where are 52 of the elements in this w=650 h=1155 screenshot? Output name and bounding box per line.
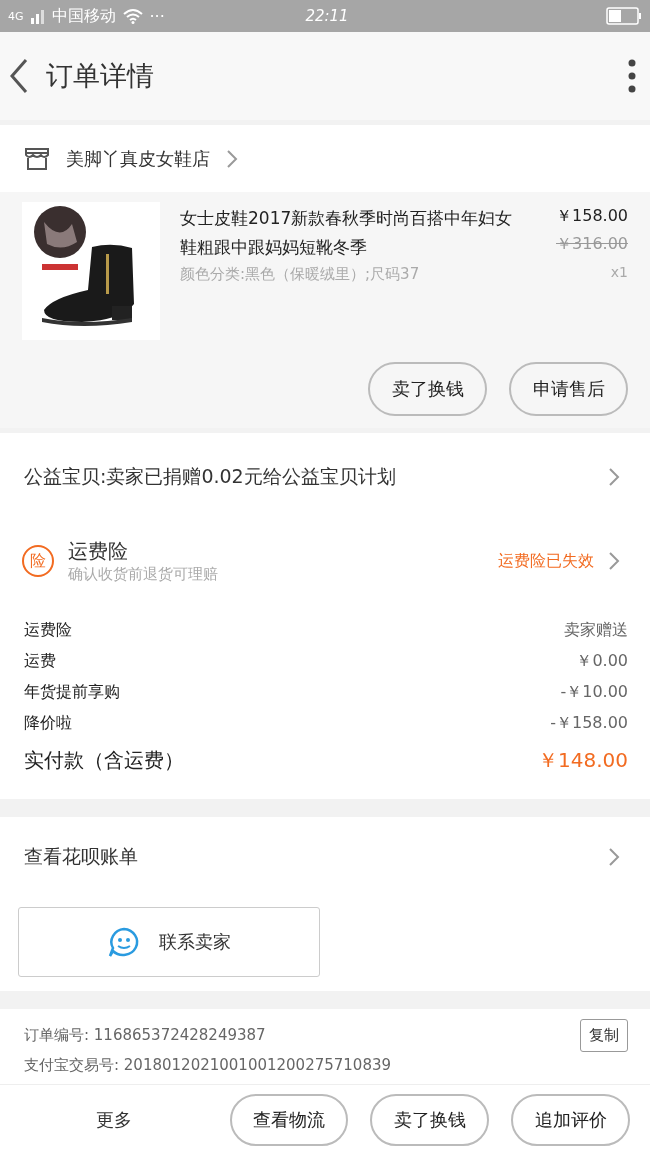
charity-row[interactable]: 公益宝贝:卖家已捐赠0.02元给公益宝贝计划 bbox=[0, 433, 650, 521]
charity-text: 公益宝贝:卖家已捐赠0.02元给公益宝贝计划 bbox=[24, 464, 396, 489]
copy-button[interactable]: 复制 bbox=[580, 1019, 628, 1052]
shop-name: 美脚丫真皮女鞋店 bbox=[66, 146, 210, 171]
fee-label: 实付款（含运费） bbox=[24, 746, 184, 774]
chat-icon bbox=[107, 926, 141, 958]
store-icon bbox=[24, 146, 50, 171]
shop-row[interactable]: 美脚丫真皮女鞋店 bbox=[0, 125, 650, 192]
insurance-status: 运费险已失效 bbox=[498, 550, 594, 572]
insurance-subtitle: 确认收货前退货可理赔 bbox=[68, 565, 219, 584]
action-button[interactable]: 卖了换钱 bbox=[368, 362, 487, 416]
huabei-text: 查看花呗账单 bbox=[24, 844, 138, 869]
network-label: 4G bbox=[8, 9, 24, 23]
fee-value: 卖家赠送 bbox=[564, 620, 628, 641]
more-dots: ··· bbox=[149, 6, 165, 26]
action-button[interactable]: 卖了换钱 bbox=[370, 1094, 490, 1146]
fee-value: ￥148.00 bbox=[538, 746, 628, 774]
action-button[interactable]: 查看物流 bbox=[229, 1094, 349, 1146]
product-price: ￥158.00 bbox=[556, 205, 628, 227]
menu-icon[interactable] bbox=[628, 59, 636, 93]
wifi-icon bbox=[121, 8, 144, 24]
quantity: x1 bbox=[610, 263, 628, 282]
battery-icon bbox=[606, 7, 642, 25]
fee-value: -￥158.00 bbox=[550, 713, 628, 734]
chevron-icon bbox=[608, 467, 620, 487]
back-icon[interactable] bbox=[8, 58, 30, 94]
carrier-label: 中国移动 bbox=[51, 5, 116, 27]
more-button[interactable]: 更多 bbox=[20, 1107, 208, 1133]
fee-label: 年货提前享购 bbox=[24, 682, 120, 703]
product-sku: 颜色分类:黑色（保暖绒里）;尺码37 bbox=[180, 264, 421, 285]
page-title: 订单详情 bbox=[46, 59, 155, 93]
insurance-row[interactable]: 险 运费险 确认收货前退货可理赔 运费险已失效 bbox=[0, 521, 650, 601]
fee-value: -￥10.00 bbox=[560, 682, 628, 703]
insurance-title: 运费险 bbox=[68, 538, 129, 565]
huabei-row[interactable]: 查看花呗账单 bbox=[0, 817, 650, 897]
fee-label: 运费险 bbox=[24, 620, 72, 641]
order-number: 订单编号: 116865372428249387 bbox=[24, 1026, 266, 1045]
fee-label: 降价啦 bbox=[24, 713, 72, 734]
product-title[interactable]: 女士皮鞋2017新款春秋季时尚百搭中年妇女鞋粗跟中跟妈妈短靴冬季 bbox=[180, 204, 528, 262]
chevron-icon bbox=[608, 551, 620, 571]
insurance-badge: 险 bbox=[22, 545, 54, 577]
contact-seller-button[interactable]: 联系卖家 bbox=[18, 907, 320, 977]
trade-number: 支付宝交易号: 2018012021001001200275710839 bbox=[24, 1056, 393, 1075]
fee-value: ￥0.00 bbox=[576, 651, 628, 672]
chevron-icon bbox=[226, 148, 238, 169]
action-button[interactable]: 申请售后 bbox=[509, 362, 628, 416]
action-button[interactable]: 追加评价 bbox=[511, 1094, 630, 1146]
fee-label: 运费 bbox=[24, 651, 56, 672]
original-price: ￥316.00 bbox=[556, 233, 628, 255]
clock: 22:11 bbox=[305, 7, 349, 25]
chevron-icon bbox=[608, 847, 620, 867]
signal-icon bbox=[29, 8, 46, 24]
